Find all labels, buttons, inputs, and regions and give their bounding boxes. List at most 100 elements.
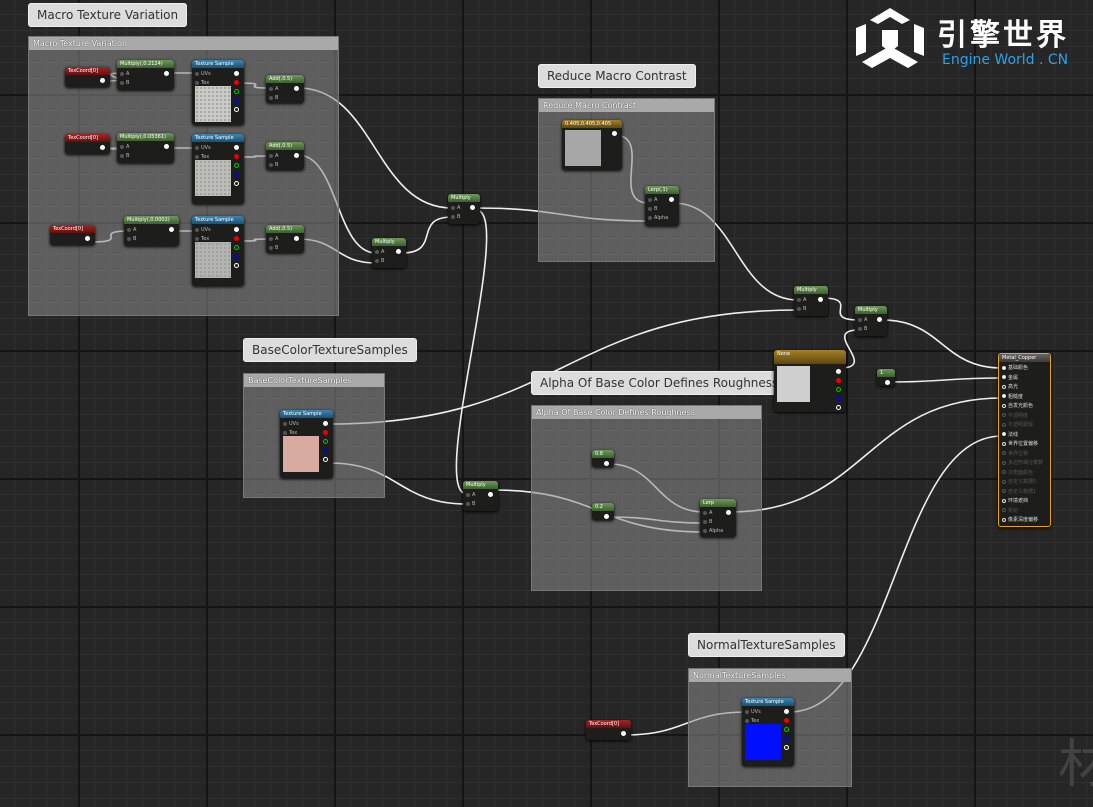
input-pin[interactable]: A bbox=[269, 236, 278, 242]
input-pin[interactable]: UVs bbox=[283, 421, 299, 427]
output-pin-icon[interactable] bbox=[294, 153, 299, 158]
material-pin[interactable]: 世界位置偏移 bbox=[1002, 441, 1038, 447]
input-pin[interactable]: UVs bbox=[195, 71, 211, 77]
material-pin[interactable]: 多边形细分乘数 bbox=[1002, 460, 1043, 466]
output-pin-icon[interactable] bbox=[234, 71, 239, 76]
output-pin-icon[interactable] bbox=[234, 227, 239, 232]
node-m2[interactable]: Multiply(,0.05361) A B bbox=[117, 133, 174, 163]
node-tsbc[interactable]: Texture Sample UVs Tex bbox=[280, 410, 333, 478]
input-pin[interactable]: B bbox=[375, 258, 384, 264]
node-lerp2[interactable]: Lerp A B Alpha bbox=[700, 499, 736, 537]
output-pin-icon[interactable] bbox=[784, 718, 789, 723]
node-a2[interactable]: Add(,0.5) A B bbox=[266, 142, 304, 170]
material-pin[interactable]: 不透明度 bbox=[1002, 413, 1028, 419]
wire[interactable] bbox=[455, 209, 488, 495]
comment-bubble-normal[interactable]: NormalTextureSamples bbox=[688, 633, 845, 657]
wire[interactable] bbox=[401, 216, 453, 254]
node-lerp1[interactable]: Lerp(,1) A B Alpha bbox=[645, 186, 679, 226]
node-mul4[interactable]: Multiply A B bbox=[855, 306, 887, 336]
input-pin[interactable]: B bbox=[269, 95, 278, 101]
output-pin-icon[interactable] bbox=[612, 131, 617, 136]
output-pin-icon[interactable] bbox=[604, 514, 609, 519]
material-pin[interactable]: 基础颜色 bbox=[1002, 365, 1028, 371]
input-pin[interactable]: B bbox=[269, 162, 278, 168]
material-pin[interactable]: 高光 bbox=[1002, 384, 1018, 390]
node-ts3[interactable]: Texture Sample UVs Tex bbox=[192, 216, 244, 286]
material-pin[interactable]: 自定义数据0 bbox=[1002, 479, 1036, 485]
input-pin[interactable]: A bbox=[648, 197, 657, 203]
output-pin-icon[interactable] bbox=[323, 421, 328, 426]
material-pin[interactable]: 金属 bbox=[1002, 375, 1018, 381]
output-pin-icon[interactable] bbox=[164, 144, 169, 149]
comment-bubble-reduce[interactable]: Reduce Macro Contrast bbox=[538, 64, 696, 88]
input-pin[interactable]: A bbox=[120, 144, 129, 150]
input-pin[interactable]: B bbox=[269, 245, 278, 251]
output-pin-icon[interactable] bbox=[784, 709, 789, 714]
material-pin[interactable]: 自发光颜色 bbox=[1002, 403, 1033, 409]
node-param[interactable]: None bbox=[774, 350, 846, 412]
output-pin-icon[interactable] bbox=[323, 439, 328, 444]
output-pin-icon[interactable] bbox=[234, 163, 239, 168]
node-tcn[interactable]: TexCoord[0] bbox=[586, 720, 631, 740]
input-pin[interactable]: Alpha bbox=[648, 215, 668, 221]
wire[interactable] bbox=[729, 397, 1003, 513]
wire[interactable] bbox=[887, 377, 1003, 383]
output-pin-icon[interactable] bbox=[396, 249, 401, 254]
material-pin[interactable]: 自定义数据1 bbox=[1002, 489, 1036, 495]
output-pin-icon[interactable] bbox=[234, 254, 239, 259]
input-pin[interactable]: B bbox=[120, 80, 129, 86]
output-pin-icon[interactable] bbox=[784, 736, 789, 741]
input-pin[interactable]: B bbox=[648, 206, 657, 212]
node-c3[interactable]: 0.405,0.405,0.405 bbox=[562, 120, 622, 170]
node-ts1[interactable]: Texture Sample UVs Tex bbox=[192, 60, 244, 125]
output-pin-icon[interactable] bbox=[234, 245, 239, 250]
input-pin[interactable]: B bbox=[127, 236, 136, 242]
node-m3[interactable]: Multiply(,0.0002) A B bbox=[124, 216, 179, 246]
input-pin[interactable]: A bbox=[858, 317, 867, 323]
material-pin[interactable]: 折射 bbox=[1002, 508, 1018, 514]
output-pin-icon[interactable] bbox=[726, 510, 731, 515]
node-mul1[interactable]: Multiply A B bbox=[448, 194, 480, 224]
input-pin[interactable]: B bbox=[120, 153, 129, 159]
output-pin-icon[interactable] bbox=[85, 236, 90, 241]
wire[interactable] bbox=[881, 319, 1003, 369]
input-pin[interactable]: B bbox=[466, 501, 475, 507]
output-pin-icon[interactable] bbox=[234, 98, 239, 103]
output-pin-icon[interactable] bbox=[885, 380, 890, 385]
output-pin-icon[interactable] bbox=[164, 71, 169, 76]
output-pin-icon[interactable] bbox=[234, 172, 239, 177]
output-pin-icon[interactable] bbox=[100, 145, 105, 150]
output-pin-icon[interactable] bbox=[323, 457, 328, 462]
material-node[interactable]: Metal_Copper 基础颜色 金属 高光 粗糙度 自发光颜色 不透明度 不透明蒙版 法线世… bbox=[998, 353, 1051, 527]
output-pin-icon[interactable] bbox=[323, 448, 328, 453]
output-pin-icon[interactable] bbox=[836, 378, 841, 383]
node-tc1[interactable]: TexCoord[0] bbox=[65, 67, 110, 87]
input-pin[interactable]: A bbox=[269, 86, 278, 92]
output-pin-icon[interactable] bbox=[234, 145, 239, 150]
material-pin[interactable]: 法线 bbox=[1002, 432, 1018, 438]
input-pin[interactable]: B bbox=[858, 326, 867, 332]
comment-box-alpha[interactable]: Alpha Of Base Color Defines Roughness bbox=[531, 405, 762, 591]
output-pin-icon[interactable] bbox=[294, 86, 299, 91]
output-pin-icon[interactable] bbox=[836, 396, 841, 401]
output-pin-icon[interactable] bbox=[234, 263, 239, 268]
output-pin-icon[interactable] bbox=[669, 197, 674, 202]
output-pin-icon[interactable] bbox=[294, 236, 299, 241]
output-pin-icon[interactable] bbox=[100, 78, 105, 83]
node-m1[interactable]: Multiply(,0.2124) A B bbox=[117, 60, 174, 90]
input-pin[interactable]: A bbox=[120, 71, 129, 77]
input-pin[interactable]: A bbox=[269, 153, 278, 159]
output-pin-icon[interactable] bbox=[234, 107, 239, 112]
output-pin-icon[interactable] bbox=[784, 727, 789, 732]
node-c08[interactable]: 0.8 bbox=[592, 450, 614, 467]
input-pin[interactable]: B bbox=[797, 306, 806, 312]
output-pin-icon[interactable] bbox=[818, 297, 823, 302]
input-pin[interactable]: A bbox=[797, 297, 806, 303]
material-pin[interactable]: 像素深度偏移 bbox=[1002, 517, 1038, 523]
node-one[interactable]: 1 bbox=[877, 369, 895, 386]
input-pin[interactable]: UVs bbox=[195, 227, 211, 233]
input-pin[interactable]: A bbox=[703, 510, 712, 516]
input-pin[interactable]: B bbox=[703, 519, 712, 525]
input-pin[interactable]: A bbox=[451, 205, 460, 211]
node-a3[interactable]: Add(,0.5) A B bbox=[266, 225, 304, 253]
